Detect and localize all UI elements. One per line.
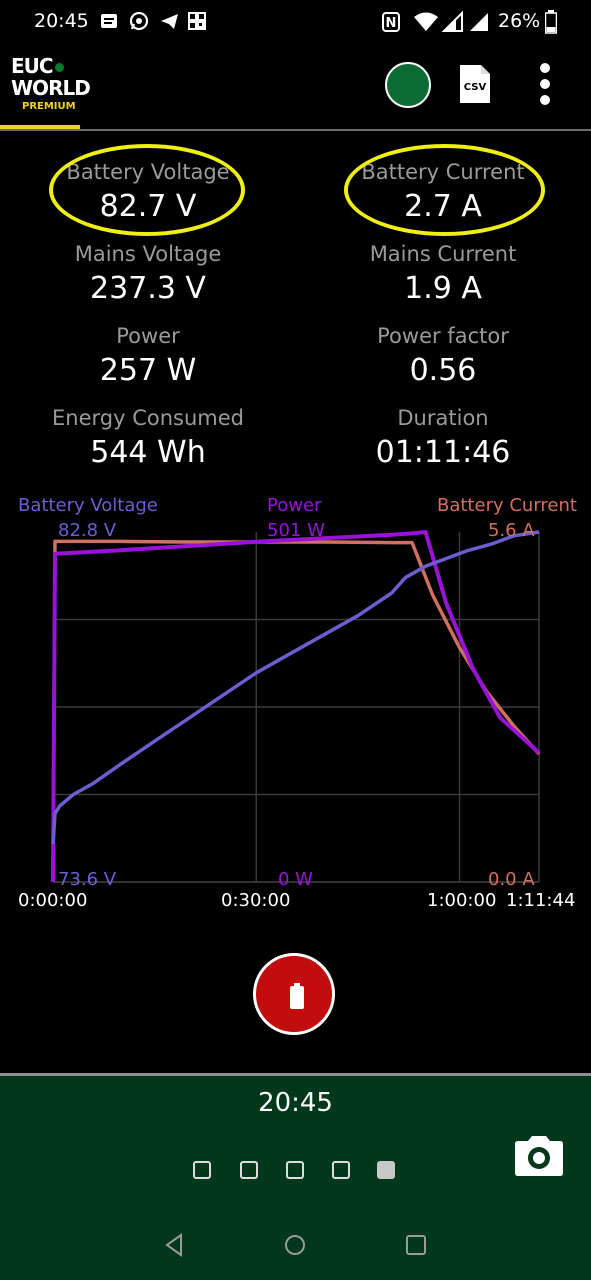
series-line-battery-voltage: [51, 530, 540, 845]
bottom-time: 20:45: [258, 1088, 333, 1118]
recents-icon[interactable]: [405, 1234, 429, 1258]
x-tick-label: 1:11:44: [506, 890, 576, 911]
series-line-battery-current: [51, 539, 541, 883]
power-max-label: 501 W: [267, 520, 325, 541]
x-tick-label: 1:00:00: [427, 890, 497, 911]
battery-icon: [290, 983, 304, 1009]
x-tick-label: 0:30:00: [221, 890, 291, 911]
back-icon[interactable]: [163, 1233, 187, 1257]
x-tick-label: 0:00:00: [18, 890, 88, 911]
record-button[interactable]: [253, 953, 335, 1035]
camera-icon[interactable]: [514, 1135, 564, 1177]
chart-grid: [53, 532, 540, 883]
page-indicator-2[interactable]: [240, 1161, 258, 1179]
voltage-min-label: 73.6 V: [58, 869, 117, 890]
current-max-label: 5.6 A: [488, 520, 535, 541]
page-indicator-4[interactable]: [332, 1161, 350, 1179]
page-indicator-1[interactable]: [193, 1161, 211, 1179]
page-indicator-5[interactable]: [377, 1161, 395, 1179]
chart-plot: [51, 530, 541, 883]
home-icon[interactable]: [284, 1234, 308, 1258]
page-indicator-3[interactable]: [286, 1161, 304, 1179]
current-min-label: 0.0 A: [488, 869, 535, 890]
voltage-max-label: 82.8 V: [58, 520, 117, 541]
power-min-label: 0 W: [278, 869, 313, 890]
